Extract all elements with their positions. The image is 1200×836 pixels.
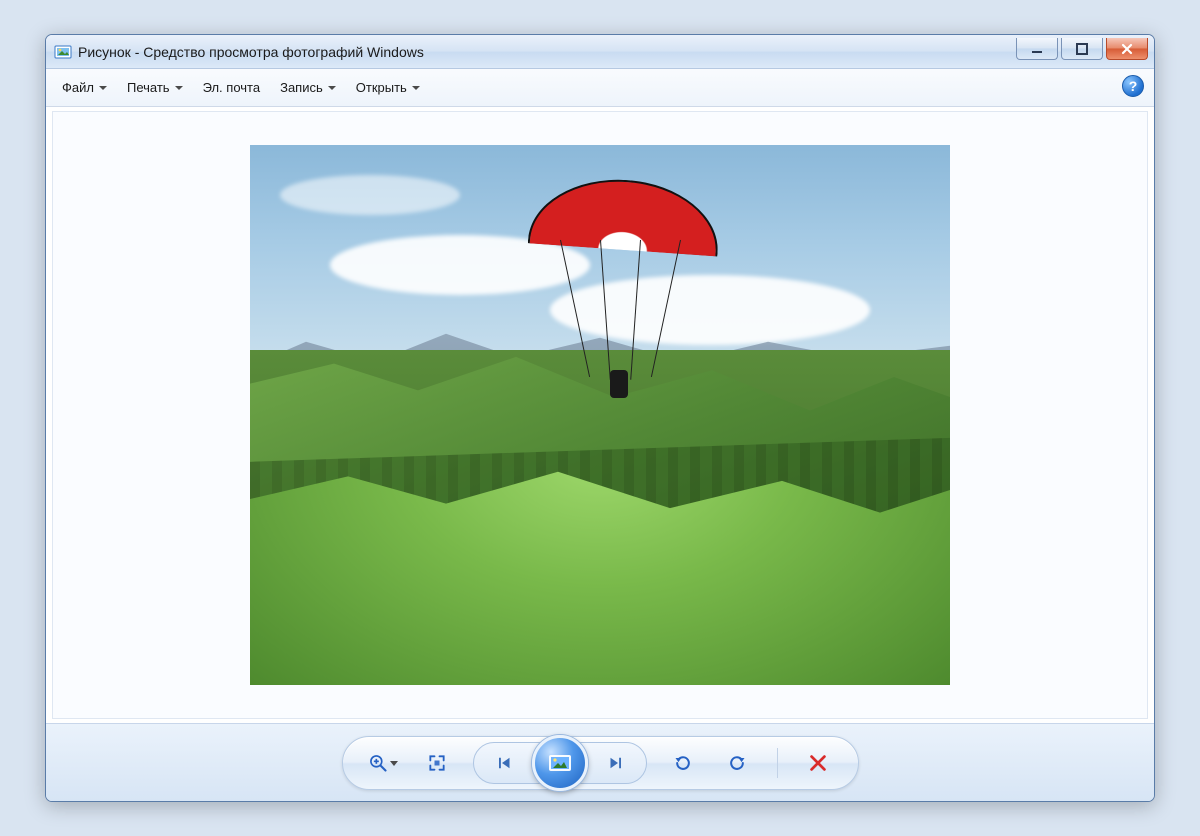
window-controls [1016, 35, 1154, 60]
zoom-button[interactable] [365, 745, 401, 781]
help-icon: ? [1129, 78, 1138, 94]
menu-print[interactable]: Печать [117, 74, 193, 101]
previous-button[interactable] [476, 745, 534, 781]
menu-label: Открыть [356, 80, 407, 95]
fit-to-window-button[interactable] [419, 745, 455, 781]
app-window: Рисунок - Средство просмотра фотографий … [45, 34, 1155, 802]
menu-open[interactable]: Открыть [346, 74, 430, 101]
maximize-button[interactable] [1061, 38, 1103, 60]
menu-label: Запись [280, 80, 323, 95]
chevron-down-icon [99, 86, 107, 90]
minimize-button[interactable] [1016, 38, 1058, 60]
menu-label: Эл. почта [203, 80, 261, 95]
help-button[interactable]: ? [1122, 75, 1144, 97]
navigation-group [473, 742, 647, 784]
rotate-ccw-button[interactable] [665, 745, 701, 781]
delete-button[interactable] [800, 745, 836, 781]
titlebar[interactable]: Рисунок - Средство просмотра фотографий … [46, 35, 1154, 69]
displayed-image [250, 145, 950, 685]
menu-burn[interactable]: Запись [270, 74, 346, 101]
control-bar [342, 736, 859, 790]
bottom-bar [46, 723, 1154, 801]
menu-email[interactable]: Эл. почта [193, 74, 271, 101]
rotate-cw-button[interactable] [719, 745, 755, 781]
chevron-down-icon [412, 86, 420, 90]
close-button[interactable] [1106, 38, 1148, 60]
menubar: Файл Печать Эл. почта Запись Открыть ? [46, 69, 1154, 107]
next-button[interactable] [586, 745, 644, 781]
chevron-down-icon [328, 86, 336, 90]
menu-file[interactable]: Файл [52, 74, 117, 101]
separator [777, 748, 778, 778]
image-viewport[interactable] [52, 111, 1148, 719]
menu-label: Файл [62, 80, 94, 95]
chevron-down-icon [175, 86, 183, 90]
app-icon [54, 43, 72, 61]
window-title: Рисунок - Средство просмотра фотографий … [78, 44, 424, 60]
slideshow-button[interactable] [532, 735, 588, 791]
menu-label: Печать [127, 80, 170, 95]
